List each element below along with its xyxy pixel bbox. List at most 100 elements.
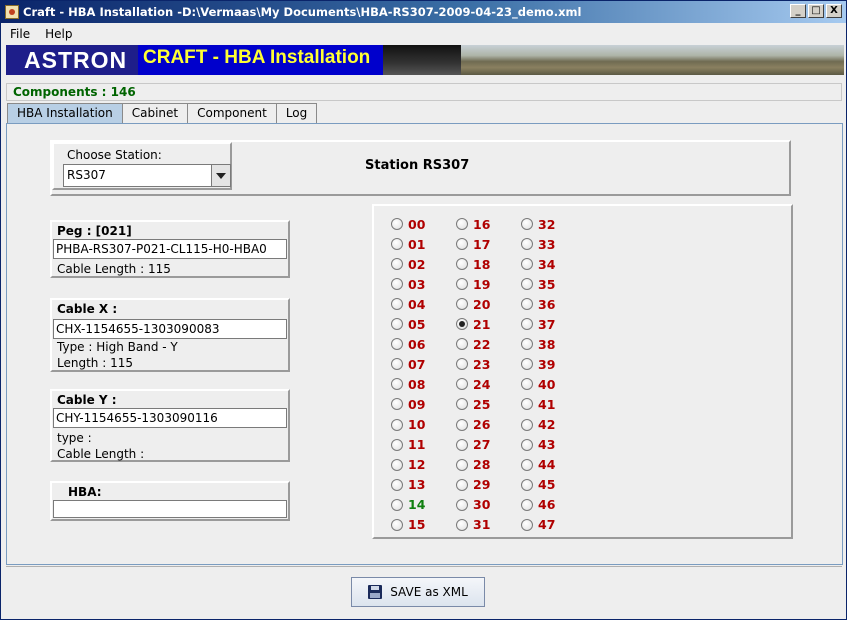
hba-radio-29[interactable]: 29 — [456, 477, 490, 493]
hba-radio-43[interactable]: 43 — [521, 437, 555, 453]
radio-button[interactable] — [456, 418, 468, 431]
maximize-button[interactable]: □ — [808, 4, 824, 18]
hba-radio-03[interactable]: 03 — [391, 276, 425, 292]
radio-button[interactable] — [456, 218, 468, 230]
radio-button[interactable] — [521, 278, 533, 291]
radio-button[interactable] — [521, 478, 533, 491]
hba-field[interactable] — [53, 500, 287, 518]
radio-button[interactable] — [391, 298, 403, 311]
radio-button[interactable] — [391, 518, 403, 531]
hba-radio-07[interactable]: 07 — [391, 356, 425, 372]
radio-button[interactable] — [391, 218, 403, 230]
radio-button[interactable] — [456, 278, 468, 291]
title-bar[interactable]: Craft - HBA Installation -D:\Vermaas\My … — [1, 1, 846, 23]
radio-button[interactable] — [456, 518, 468, 531]
radio-button[interactable] — [391, 278, 403, 291]
radio-button[interactable] — [391, 258, 403, 271]
radio-button[interactable] — [521, 458, 533, 471]
hba-radio-40[interactable]: 40 — [521, 376, 555, 392]
radio-button[interactable] — [521, 438, 533, 451]
radio-button[interactable] — [521, 398, 533, 411]
radio-button[interactable] — [521, 418, 533, 431]
hba-radio-38[interactable]: 38 — [521, 336, 555, 352]
hba-radio-18[interactable]: 18 — [456, 256, 490, 272]
hba-radio-19[interactable]: 19 — [456, 276, 490, 292]
menu-help[interactable]: Help — [36, 27, 78, 41]
hba-radio-27[interactable]: 27 — [456, 437, 490, 453]
hba-radio-31[interactable]: 31 — [456, 517, 490, 533]
hba-radio-41[interactable]: 41 — [521, 396, 555, 412]
radio-button[interactable] — [521, 498, 533, 511]
radio-button[interactable] — [521, 378, 533, 391]
hba-radio-46[interactable]: 46 — [521, 497, 555, 513]
hba-radio-14[interactable]: 14 — [391, 497, 425, 513]
radio-button[interactable] — [391, 458, 403, 471]
radio-button[interactable] — [391, 378, 403, 391]
hba-radio-10[interactable]: 10 — [391, 417, 425, 433]
hba-radio-06[interactable]: 06 — [391, 336, 425, 352]
hba-radio-45[interactable]: 45 — [521, 477, 555, 493]
hba-radio-09[interactable]: 09 — [391, 396, 425, 412]
radio-button[interactable] — [456, 298, 468, 311]
hba-radio-08[interactable]: 08 — [391, 376, 425, 392]
hba-radio-32[interactable]: 32 — [521, 216, 555, 232]
hba-radio-44[interactable]: 44 — [521, 457, 555, 473]
hba-radio-11[interactable]: 11 — [391, 437, 425, 453]
radio-button[interactable] — [391, 438, 403, 451]
tab-component[interactable]: Component — [187, 103, 277, 124]
radio-button[interactable] — [391, 238, 403, 251]
radio-button[interactable] — [521, 238, 533, 251]
radio-button[interactable] — [391, 318, 403, 331]
tab-log[interactable]: Log — [275, 103, 318, 124]
radio-button[interactable] — [521, 358, 533, 371]
radio-button[interactable] — [456, 258, 468, 271]
hba-radio-28[interactable]: 28 — [456, 457, 490, 473]
radio-button[interactable] — [391, 418, 403, 431]
radio-button[interactable] — [521, 218, 533, 230]
cable-y-field[interactable]: CHY-1154655-1303090116 — [53, 408, 287, 428]
hba-radio-00[interactable]: 00 — [391, 216, 425, 232]
hba-radio-23[interactable]: 23 — [456, 356, 490, 372]
radio-button[interactable] — [456, 458, 468, 471]
radio-button[interactable] — [456, 478, 468, 491]
tab-hba-installation[interactable]: HBA Installation — [7, 103, 123, 124]
hba-radio-26[interactable]: 26 — [456, 417, 490, 433]
radio-button[interactable] — [456, 438, 468, 451]
hba-radio-05[interactable]: 05 — [391, 316, 425, 332]
menu-file[interactable]: File — [1, 27, 36, 41]
station-dropdown[interactable]: RS307 — [63, 164, 231, 187]
hba-radio-30[interactable]: 30 — [456, 497, 490, 513]
radio-button[interactable] — [521, 318, 533, 331]
hba-radio-20[interactable]: 20 — [456, 296, 490, 312]
radio-button[interactable] — [521, 298, 533, 311]
hba-radio-39[interactable]: 39 — [521, 356, 555, 372]
hba-radio-16[interactable]: 16 — [456, 216, 490, 232]
radio-button[interactable] — [456, 498, 468, 511]
radio-button[interactable] — [521, 338, 533, 351]
tab-cabinet[interactable]: Cabinet — [121, 103, 189, 124]
hba-radio-34[interactable]: 34 — [521, 256, 555, 272]
hba-radio-36[interactable]: 36 — [521, 296, 555, 312]
radio-button[interactable] — [456, 398, 468, 411]
hba-radio-22[interactable]: 22 — [456, 336, 490, 352]
chevron-down-icon[interactable] — [211, 165, 230, 186]
peg-field[interactable]: PHBA-RS307-P021-CL115-H0-HBA0 — [53, 239, 287, 259]
hba-radio-15[interactable]: 15 — [391, 517, 425, 533]
hba-radio-02[interactable]: 02 — [391, 256, 425, 272]
hba-radio-24[interactable]: 24 — [456, 376, 490, 392]
radio-button[interactable] — [391, 478, 403, 491]
minimize-button[interactable]: _ — [790, 4, 806, 18]
radio-button[interactable] — [456, 378, 468, 391]
radio-button[interactable] — [456, 338, 468, 351]
hba-radio-01[interactable]: 01 — [391, 236, 425, 252]
hba-radio-33[interactable]: 33 — [521, 236, 555, 252]
hba-radio-35[interactable]: 35 — [521, 276, 555, 292]
hba-radio-21[interactable]: 21 — [456, 316, 490, 332]
close-button[interactable]: X — [826, 4, 842, 18]
radio-button[interactable] — [456, 238, 468, 251]
radio-button[interactable] — [521, 258, 533, 271]
hba-radio-47[interactable]: 47 — [521, 517, 555, 533]
hba-radio-42[interactable]: 42 — [521, 417, 555, 433]
cable-x-field[interactable]: CHX-1154655-1303090083 — [53, 319, 287, 339]
hba-radio-12[interactable]: 12 — [391, 457, 425, 473]
